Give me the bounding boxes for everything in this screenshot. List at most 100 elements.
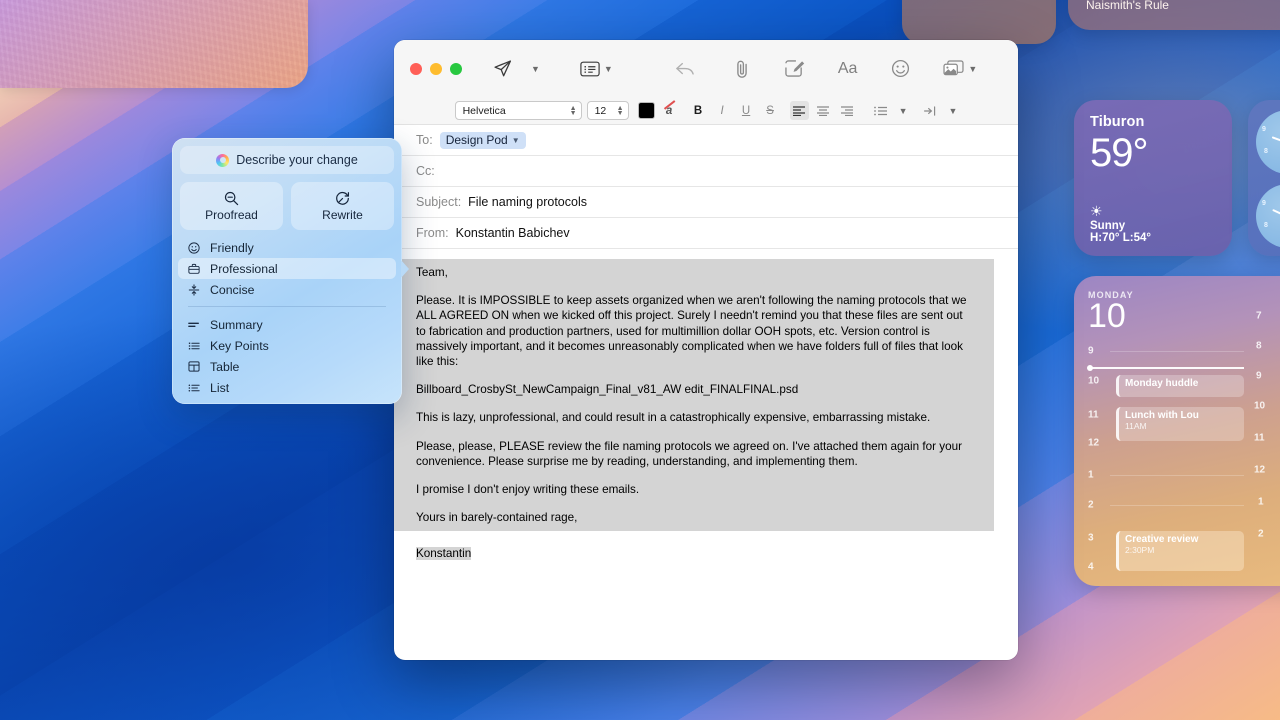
- clock-face-2: 11 10 9 8 7: [1256, 184, 1280, 248]
- key-points-icon: [186, 341, 201, 351]
- body-paragraph: Billboard_CrosbySt_NewCampaign_Final_v81…: [416, 383, 799, 397]
- reply-icon[interactable]: [675, 60, 695, 78]
- indent-icon[interactable]: [921, 101, 940, 120]
- note-label: Naismith's Rule: [1086, 0, 1169, 12]
- calendar-event[interactable]: Monday huddle: [1116, 375, 1244, 397]
- reminders-widget[interactable]: Meeting cadence: [902, 0, 1056, 44]
- notes-widget[interactable]: Points of Interest Naismith's Rule: [1068, 0, 1280, 30]
- calendar-hour-label: 12: [1254, 464, 1266, 476]
- format-bar: Helvetica ▲ ▼ 12 ▲ ▼ a B I U S ▼ ▼: [394, 97, 1018, 125]
- tone-label: Professional: [210, 261, 278, 276]
- list-chevron-down-icon[interactable]: ▼: [899, 106, 908, 116]
- body-paragraph: This is lazy, unprofessional, and could …: [416, 411, 931, 425]
- mail-compose-window[interactable]: ▼ ▼ Aa ▼ Helvetica ▲ ▼ 12 ▲ ▼ a B I U S …: [394, 40, 1018, 660]
- from-field-row[interactable]: From: Konstantin Babichev: [394, 218, 1018, 249]
- send-chevron-down-icon[interactable]: ▼: [531, 64, 540, 74]
- photos-icon[interactable]: [943, 59, 965, 78]
- writing-tools-popup[interactable]: Describe your change Proofread Rewrite F…: [172, 138, 409, 404]
- minimize-button[interactable]: [430, 62, 442, 75]
- calendar-hour-label: 9: [1088, 345, 1094, 357]
- calendar-hour-label: 1: [1088, 469, 1094, 481]
- mail-body-selection[interactable]: Team, Please. It is IMPOSSIBLE to keep a…: [394, 259, 994, 532]
- indent-chevron-down-icon[interactable]: ▼: [949, 106, 958, 116]
- format-item-key-points[interactable]: Key Points: [178, 335, 396, 356]
- weather-widget[interactable]: Tiburon 59° ☀ Sunny H:70° L:54°: [1074, 100, 1232, 256]
- rewrite-label: Rewrite: [322, 207, 363, 222]
- close-button[interactable]: [410, 62, 422, 75]
- mail-body-editor[interactable]: Team, Please. It is IMPOSSIBLE to keep a…: [394, 249, 1018, 660]
- calendar-widget[interactable]: MONDAY 10 9 10 11 12 1 2 3 4 Monday hudd…: [1074, 276, 1280, 586]
- photos-widget[interactable]: [0, 0, 308, 88]
- window-traffic-lights: [410, 62, 462, 75]
- subject-label: Subject:: [416, 195, 462, 209]
- photos-chevron-down-icon[interactable]: ▼: [968, 64, 977, 74]
- align-right-icon[interactable]: [838, 101, 857, 120]
- calendar-event-time: 2:30PM: [1125, 545, 1155, 555]
- calendar-hour-label: 8: [1256, 340, 1262, 352]
- strikethrough-button[interactable]: S: [761, 101, 780, 120]
- calendar-current-time-line: [1087, 365, 1244, 370]
- format-aa-icon[interactable]: Aa: [838, 60, 858, 78]
- italic-button[interactable]: I: [713, 101, 732, 120]
- describe-your-change-button[interactable]: Describe your change: [180, 146, 394, 174]
- calendar-event-title: Creative review: [1125, 534, 1199, 545]
- underline-button[interactable]: U: [737, 101, 756, 120]
- zoom-button[interactable]: [450, 62, 462, 75]
- format-item-list[interactable]: List: [178, 377, 396, 398]
- cc-field-row[interactable]: Cc:: [394, 156, 1018, 187]
- format-item-summary[interactable]: Summary: [178, 314, 396, 335]
- calendar-hour-line: [1110, 505, 1244, 506]
- to-field-row[interactable]: To: Design Pod ▼: [394, 125, 1018, 156]
- list-icon[interactable]: [871, 101, 890, 120]
- rewrite-button[interactable]: Rewrite: [291, 182, 394, 230]
- text-color-swatch[interactable]: [637, 102, 655, 119]
- recipient-token[interactable]: Design Pod ▼: [439, 131, 526, 149]
- format-label: List: [210, 380, 230, 395]
- tone-item-concise[interactable]: Concise: [178, 279, 396, 300]
- headers-chevron-down-icon[interactable]: ▼: [604, 64, 613, 74]
- body-paragraph: Team,: [416, 266, 448, 279]
- table-icon: [186, 361, 201, 372]
- note-item-naismiths-rule[interactable]: Naismith's Rule: [1086, 0, 1280, 26]
- align-left-icon[interactable]: [789, 101, 809, 120]
- summary-icon: [186, 320, 201, 330]
- writing-tools-actions: Proofread Rewrite: [180, 182, 394, 230]
- paperclip-icon[interactable]: [733, 59, 751, 79]
- header-fields-icon[interactable]: [580, 61, 600, 77]
- describe-label: Describe your change: [236, 153, 358, 167]
- magnifier-icon: [224, 191, 239, 206]
- emoji-icon[interactable]: [891, 59, 910, 78]
- font-family-value: Helvetica: [462, 104, 506, 117]
- to-label: To:: [416, 133, 433, 147]
- calendar-today-grid: 9 10 11 12 1 2 3 4 Monday huddle Lunch w…: [1087, 339, 1250, 573]
- markup-icon[interactable]: [784, 59, 805, 78]
- calendar-hour-label: 10: [1088, 375, 1100, 387]
- calendar-hour-label: 11: [1088, 409, 1099, 421]
- bold-button[interactable]: B: [689, 101, 708, 120]
- highlight-icon[interactable]: a: [660, 100, 679, 120]
- tone-item-professional[interactable]: Professional: [178, 258, 396, 279]
- compress-icon: [186, 283, 201, 296]
- font-family-stepper-icon[interactable]: ▲ ▼: [570, 105, 577, 117]
- weather-high-low: H:70° L:54°: [1090, 232, 1151, 244]
- list-icon: [186, 383, 201, 393]
- format-label: Summary: [210, 317, 263, 332]
- send-icon[interactable]: [492, 58, 513, 79]
- align-center-icon[interactable]: [814, 101, 833, 120]
- font-size-select[interactable]: 12 ▲ ▼: [586, 101, 629, 120]
- cc-label: Cc:: [416, 164, 435, 178]
- calendar-event-title: Monday huddle: [1125, 378, 1199, 389]
- subject-field-row[interactable]: Subject: File naming protocols: [394, 187, 1018, 218]
- clock-numeral: 8: [1264, 148, 1268, 155]
- world-clock-widget[interactable]: 11 10 9 8 7 11 10 9 8 7: [1248, 100, 1280, 256]
- clock-numeral: 9: [1262, 126, 1266, 133]
- chevron-down-icon[interactable]: ▼: [512, 136, 520, 145]
- calendar-event[interactable]: Lunch with Lou 11AM: [1116, 407, 1244, 441]
- font-size-stepper-icon[interactable]: ▲ ▼: [617, 105, 624, 117]
- calendar-event[interactable]: Creative review 2:30PM: [1116, 531, 1244, 571]
- tone-item-friendly[interactable]: Friendly: [178, 237, 396, 258]
- format-item-table[interactable]: Table: [178, 356, 396, 377]
- proofread-button[interactable]: Proofread: [180, 182, 283, 230]
- font-family-select[interactable]: Helvetica ▲ ▼: [454, 101, 582, 120]
- calendar-tomorrow-grid: 7 8 9 10 11 12 1 2 Tri 10A 1 m: [1254, 306, 1280, 540]
